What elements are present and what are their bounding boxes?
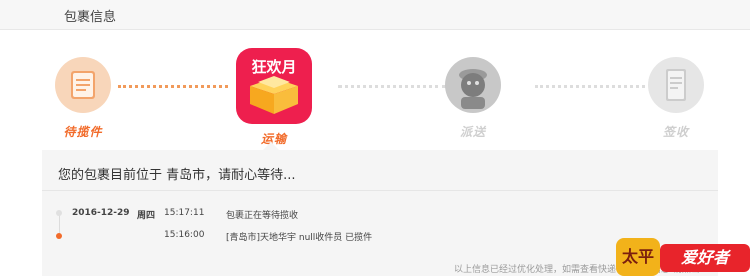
watermark-text: 爱好者 [660,244,750,272]
current-location-status: 您的包裹目前位于 青岛市，请耐心等待... [58,168,296,183]
step-label: 待揽件 [63,125,103,139]
watermark-badge: 太平洋 [616,238,660,276]
tracking-time: 15:16:00 [164,230,205,240]
promo-badge-text: 狂欢月 [251,58,296,76]
notepad-icon [55,57,111,113]
tracking-description: 包裹正在等待揽收 [226,211,299,221]
step-signed: 签收 [636,57,716,140]
step-label: 签收 [662,125,689,139]
tracking-date: 2016-12-29 [72,208,130,218]
receipt-icon [648,57,704,113]
progress-connector-active [118,85,228,89]
step-in-transit: 狂欢月 运输 [234,48,314,147]
tracking-description: [青岛市]天地华宇 null收件员 已揽件 [226,233,373,243]
courier-icon [445,57,501,113]
progress-connector-pending [535,85,645,89]
step-label: 派送 [459,125,486,139]
tracking-weekday: 周四 [137,211,156,221]
step-delivering: 派送 [433,57,513,140]
site-watermark-logo: 太平洋 爱好者 [616,238,750,276]
section-header: 包裹信息 [0,0,750,30]
logistics-progress: 待揽件 狂欢月 运输 派送 签收 [0,30,750,148]
tracking-row: 2016-12-29 周四 15:17:11 包裹正在等待揽收 [0,208,750,222]
step-awaiting-pickup: 待揽件 [43,57,123,140]
tracking-time: 15:17:11 [164,208,205,218]
divider [42,190,718,191]
section-title: 包裹信息 [64,10,117,25]
tmall-double11-box-icon: 狂欢月 [236,48,312,124]
progress-connector-pending [338,85,446,89]
